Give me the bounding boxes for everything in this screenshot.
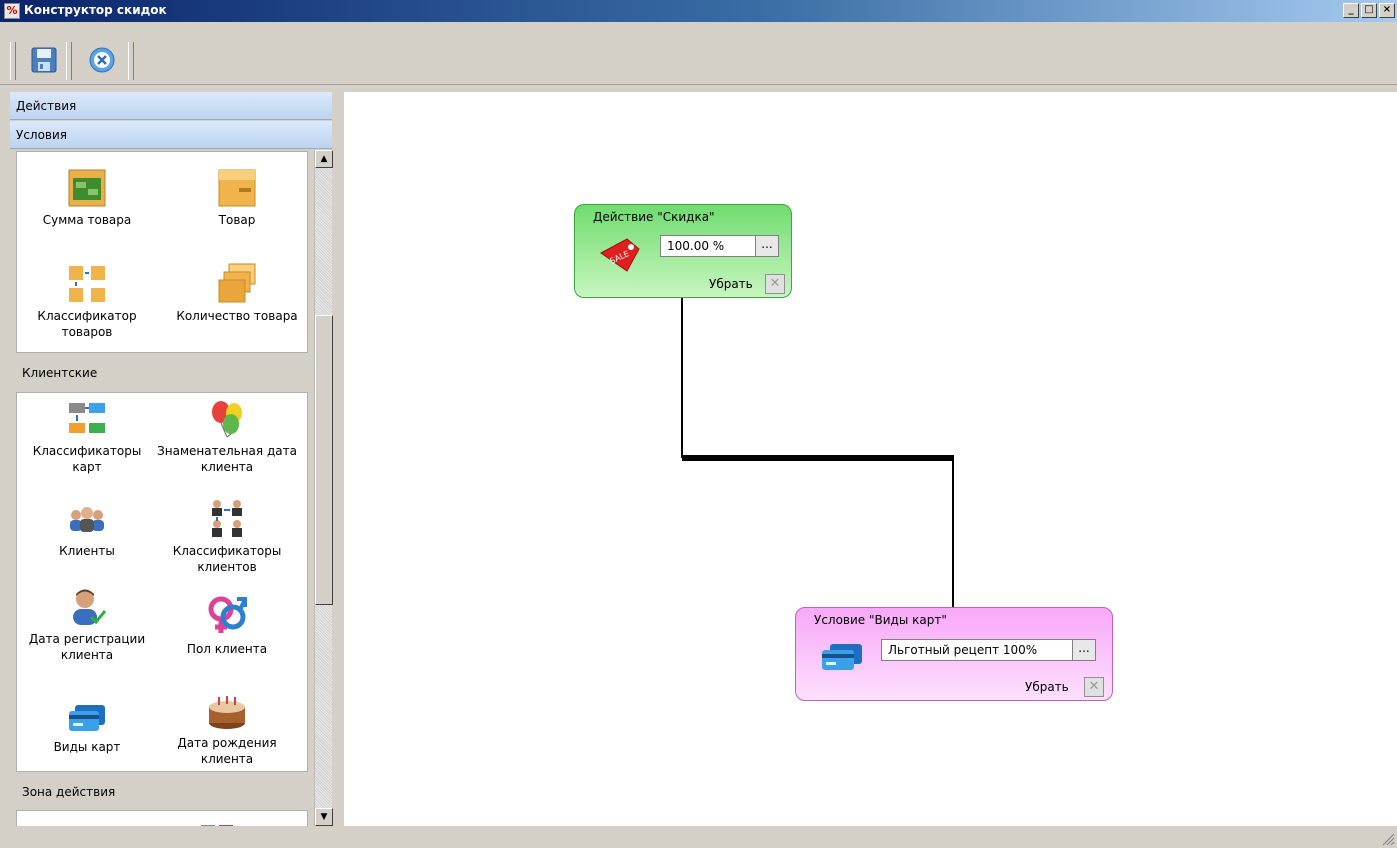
balloons-icon [212, 401, 242, 438]
tool-item-product-quantity[interactable]: Количество товара [167, 262, 307, 324]
box-icon [218, 169, 256, 207]
cancel-button[interactable] [88, 46, 116, 74]
tool-label: Классификаторы карт [32, 444, 142, 474]
close-window-button[interactable]: × [1379, 3, 1395, 18]
tool-item-sum[interactable]: Сумма товара [17, 166, 157, 228]
tool-item-product-classifier[interactable]: Классификатор товаров [17, 262, 157, 340]
browse-button[interactable]: ... [755, 235, 779, 257]
tool-label: Количество товара [176, 309, 298, 323]
browse-button[interactable]: ... [1072, 639, 1096, 661]
tool-item-client-birth-date[interactable]: Дата рождения клиента [157, 695, 297, 767]
remove-node-button[interactable]: ✕ [765, 274, 785, 294]
user-check-icon [73, 589, 107, 625]
save-button[interactable] [30, 46, 58, 74]
tool-item-clients[interactable]: Клиенты [17, 499, 157, 559]
tool-label: Сумма товара [42, 213, 132, 227]
floppy-disk-icon [31, 47, 57, 73]
designer-canvas[interactable]: Действие "Скидка" SALE 100.00 % ... Убра… [344, 92, 1397, 826]
scroll-down-button[interactable]: ▼ [315, 808, 333, 826]
tool-label: Пол клиента [186, 642, 268, 656]
credit-card-icon [822, 644, 862, 670]
cards-classifier-icon [69, 403, 105, 433]
toolbar-separator [128, 42, 134, 80]
status-bar [0, 826, 1397, 848]
action-node-discount[interactable]: Действие "Скидка" SALE 100.00 % ... Убра… [574, 204, 792, 298]
tool-item-client-gender[interactable]: Пол клиента [157, 593, 297, 657]
title-bar: % Конструктор скидок _ □ × [0, 0, 1397, 22]
toolbar-separator [66, 42, 72, 80]
partial-tool-icon [201, 825, 233, 826]
category-actions[interactable]: Действия [10, 92, 332, 120]
card-type-value-field[interactable]: Льготный рецепт 100% [881, 639, 1073, 661]
close-circle-icon [89, 47, 115, 73]
window-controls: _ □ × [1343, 3, 1395, 18]
tool-label: Знаменательная дата клиента [157, 444, 297, 474]
maximize-button[interactable]: □ [1361, 3, 1377, 18]
toolbar-grip[interactable] [10, 42, 16, 80]
tool-item-card-types[interactable]: Виды карт [17, 703, 157, 755]
people-group-icon [70, 507, 104, 532]
group-header-action-zone[interactable]: Зона действия [16, 774, 308, 810]
credit-card-icon [69, 705, 105, 731]
tool-item-card-classifiers[interactable]: Классификаторы карт [17, 399, 157, 475]
app-percent-icon: % [4, 3, 20, 19]
toolbar [0, 22, 1397, 85]
tool-item-client-classifiers[interactable]: Классификаторы клиентов [157, 499, 297, 575]
tool-label: Дата рождения клиента [177, 736, 277, 766]
group-header-clients[interactable]: Клиентские [16, 355, 308, 391]
node-title: Действие "Скидка" [593, 210, 715, 224]
tool-label: Клиенты [59, 544, 115, 558]
discount-value-field[interactable]: 100.00 % [660, 235, 756, 257]
cake-icon [209, 696, 245, 729]
window-title: Конструктор скидок [24, 3, 167, 17]
palette-scrollbar[interactable]: ▲ ▼ [314, 150, 333, 826]
boxes-classifier-icon [69, 266, 105, 302]
tool-label: Виды карт [53, 740, 121, 754]
condition-node-card-types[interactable]: Условие "Виды карт" Льготный рецепт 100%… [795, 607, 1113, 701]
tool-label: Дата регистрации клиента [28, 632, 146, 662]
tool-item-product[interactable]: Товар [167, 166, 307, 228]
connector-lines [681, 298, 954, 607]
remove-label[interactable]: Убрать [1025, 680, 1069, 694]
tool-label: Товар [218, 213, 256, 227]
money-box-icon [68, 169, 106, 207]
remove-label[interactable]: Убрать [709, 277, 753, 291]
palette-panel: Действия Условия Сумма товара Товар Клас… [8, 92, 333, 826]
stacked-boxes-icon [218, 263, 256, 303]
gender-icon [208, 596, 247, 633]
tool-label: Классификаторы клиентов [172, 544, 282, 574]
product-conditions-group: Сумма товара Товар Классификатор товаров… [16, 151, 308, 353]
category-conditions[interactable]: Условия [10, 121, 332, 149]
action-zone-group [16, 810, 308, 826]
sale-tag-icon: SALE [600, 238, 640, 272]
tool-item-client-special-date[interactable]: Знаменательная дата клиента [157, 399, 297, 475]
tool-item-client-registration-date[interactable]: Дата регистрации клиента [17, 587, 157, 663]
tool-label: Классификатор товаров [37, 309, 137, 339]
client-conditions-group: Классификаторы карт Знаменательная дата … [16, 392, 308, 772]
people-classifier-icon [212, 500, 242, 537]
resize-grip-icon[interactable] [1381, 832, 1395, 846]
minimize-button[interactable]: _ [1343, 3, 1359, 18]
remove-node-button[interactable]: ✕ [1084, 677, 1104, 697]
node-title: Условие "Виды карт" [814, 613, 947, 627]
palette-content: Сумма товара Товар Классификатор товаров… [8, 150, 314, 826]
scroll-up-button[interactable]: ▲ [315, 150, 333, 168]
scroll-thumb[interactable] [315, 315, 333, 605]
